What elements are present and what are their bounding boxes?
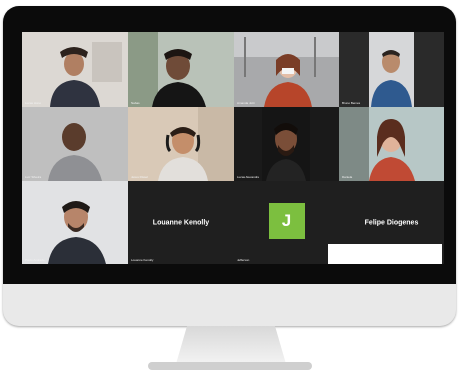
participant-tile[interactable]: Luiz Silveira [22, 107, 128, 181]
participant-name: Luiz Silveira [25, 175, 42, 179]
participant-name: Amanda Jotti [237, 101, 255, 105]
participant-display-name: Felipe Diogenes [364, 219, 419, 226]
participant-video [22, 32, 128, 107]
participant-tile[interactable]: Daniela [339, 107, 444, 181]
participant-video [339, 107, 444, 181]
participant-tile[interactable]: Amanda Jotti [234, 32, 339, 107]
participant-video [22, 107, 128, 181]
participant-name: Jefferson [237, 258, 250, 262]
participant-tile-active-speaker[interactable]: Nabas [128, 32, 234, 107]
participant-tile[interactable]: Lucas Alexandre [234, 107, 339, 181]
participant-video [22, 181, 128, 264]
avatar: J [268, 202, 305, 239]
participant-video [128, 32, 234, 107]
participant-tile[interactable]: Louanne Kenolly Louanne Kenolly [128, 181, 234, 264]
participant-display-name: Louanne Kenolly [152, 219, 210, 226]
participant-name: Louanne Kenolly [131, 258, 154, 262]
participant-tile[interactable]: J Jefferson [234, 181, 339, 264]
participant-name: Bruno Bemes [342, 101, 361, 105]
participant-tile[interactable]: Jesus Rissel [128, 107, 234, 181]
screen-glare [328, 244, 442, 264]
participant-video [234, 32, 339, 107]
participant-video [339, 32, 444, 107]
participant-name: Lucas Alexandre [237, 175, 260, 179]
participant-tile[interactable]: Lucas Hono [22, 32, 128, 107]
participant-video [128, 107, 234, 181]
monitor-base [148, 362, 312, 370]
participant-name: Nabas [131, 101, 140, 105]
participant-tile[interactable]: Paulo Andrade [22, 181, 128, 264]
participant-tile[interactable]: Bruno Bemes [339, 32, 444, 107]
participant-name: Daniela [342, 175, 353, 179]
participant-name: Jesus Rissel [131, 175, 148, 179]
monitor-stand [176, 326, 286, 364]
video-call-gallery: Lucas Hono Nabas Amanda Jotti Bruno Beme… [22, 32, 444, 264]
participant-name: Lucas Hono [25, 101, 42, 105]
participant-name: Paulo Andrade [25, 258, 45, 262]
participant-video [234, 107, 339, 181]
